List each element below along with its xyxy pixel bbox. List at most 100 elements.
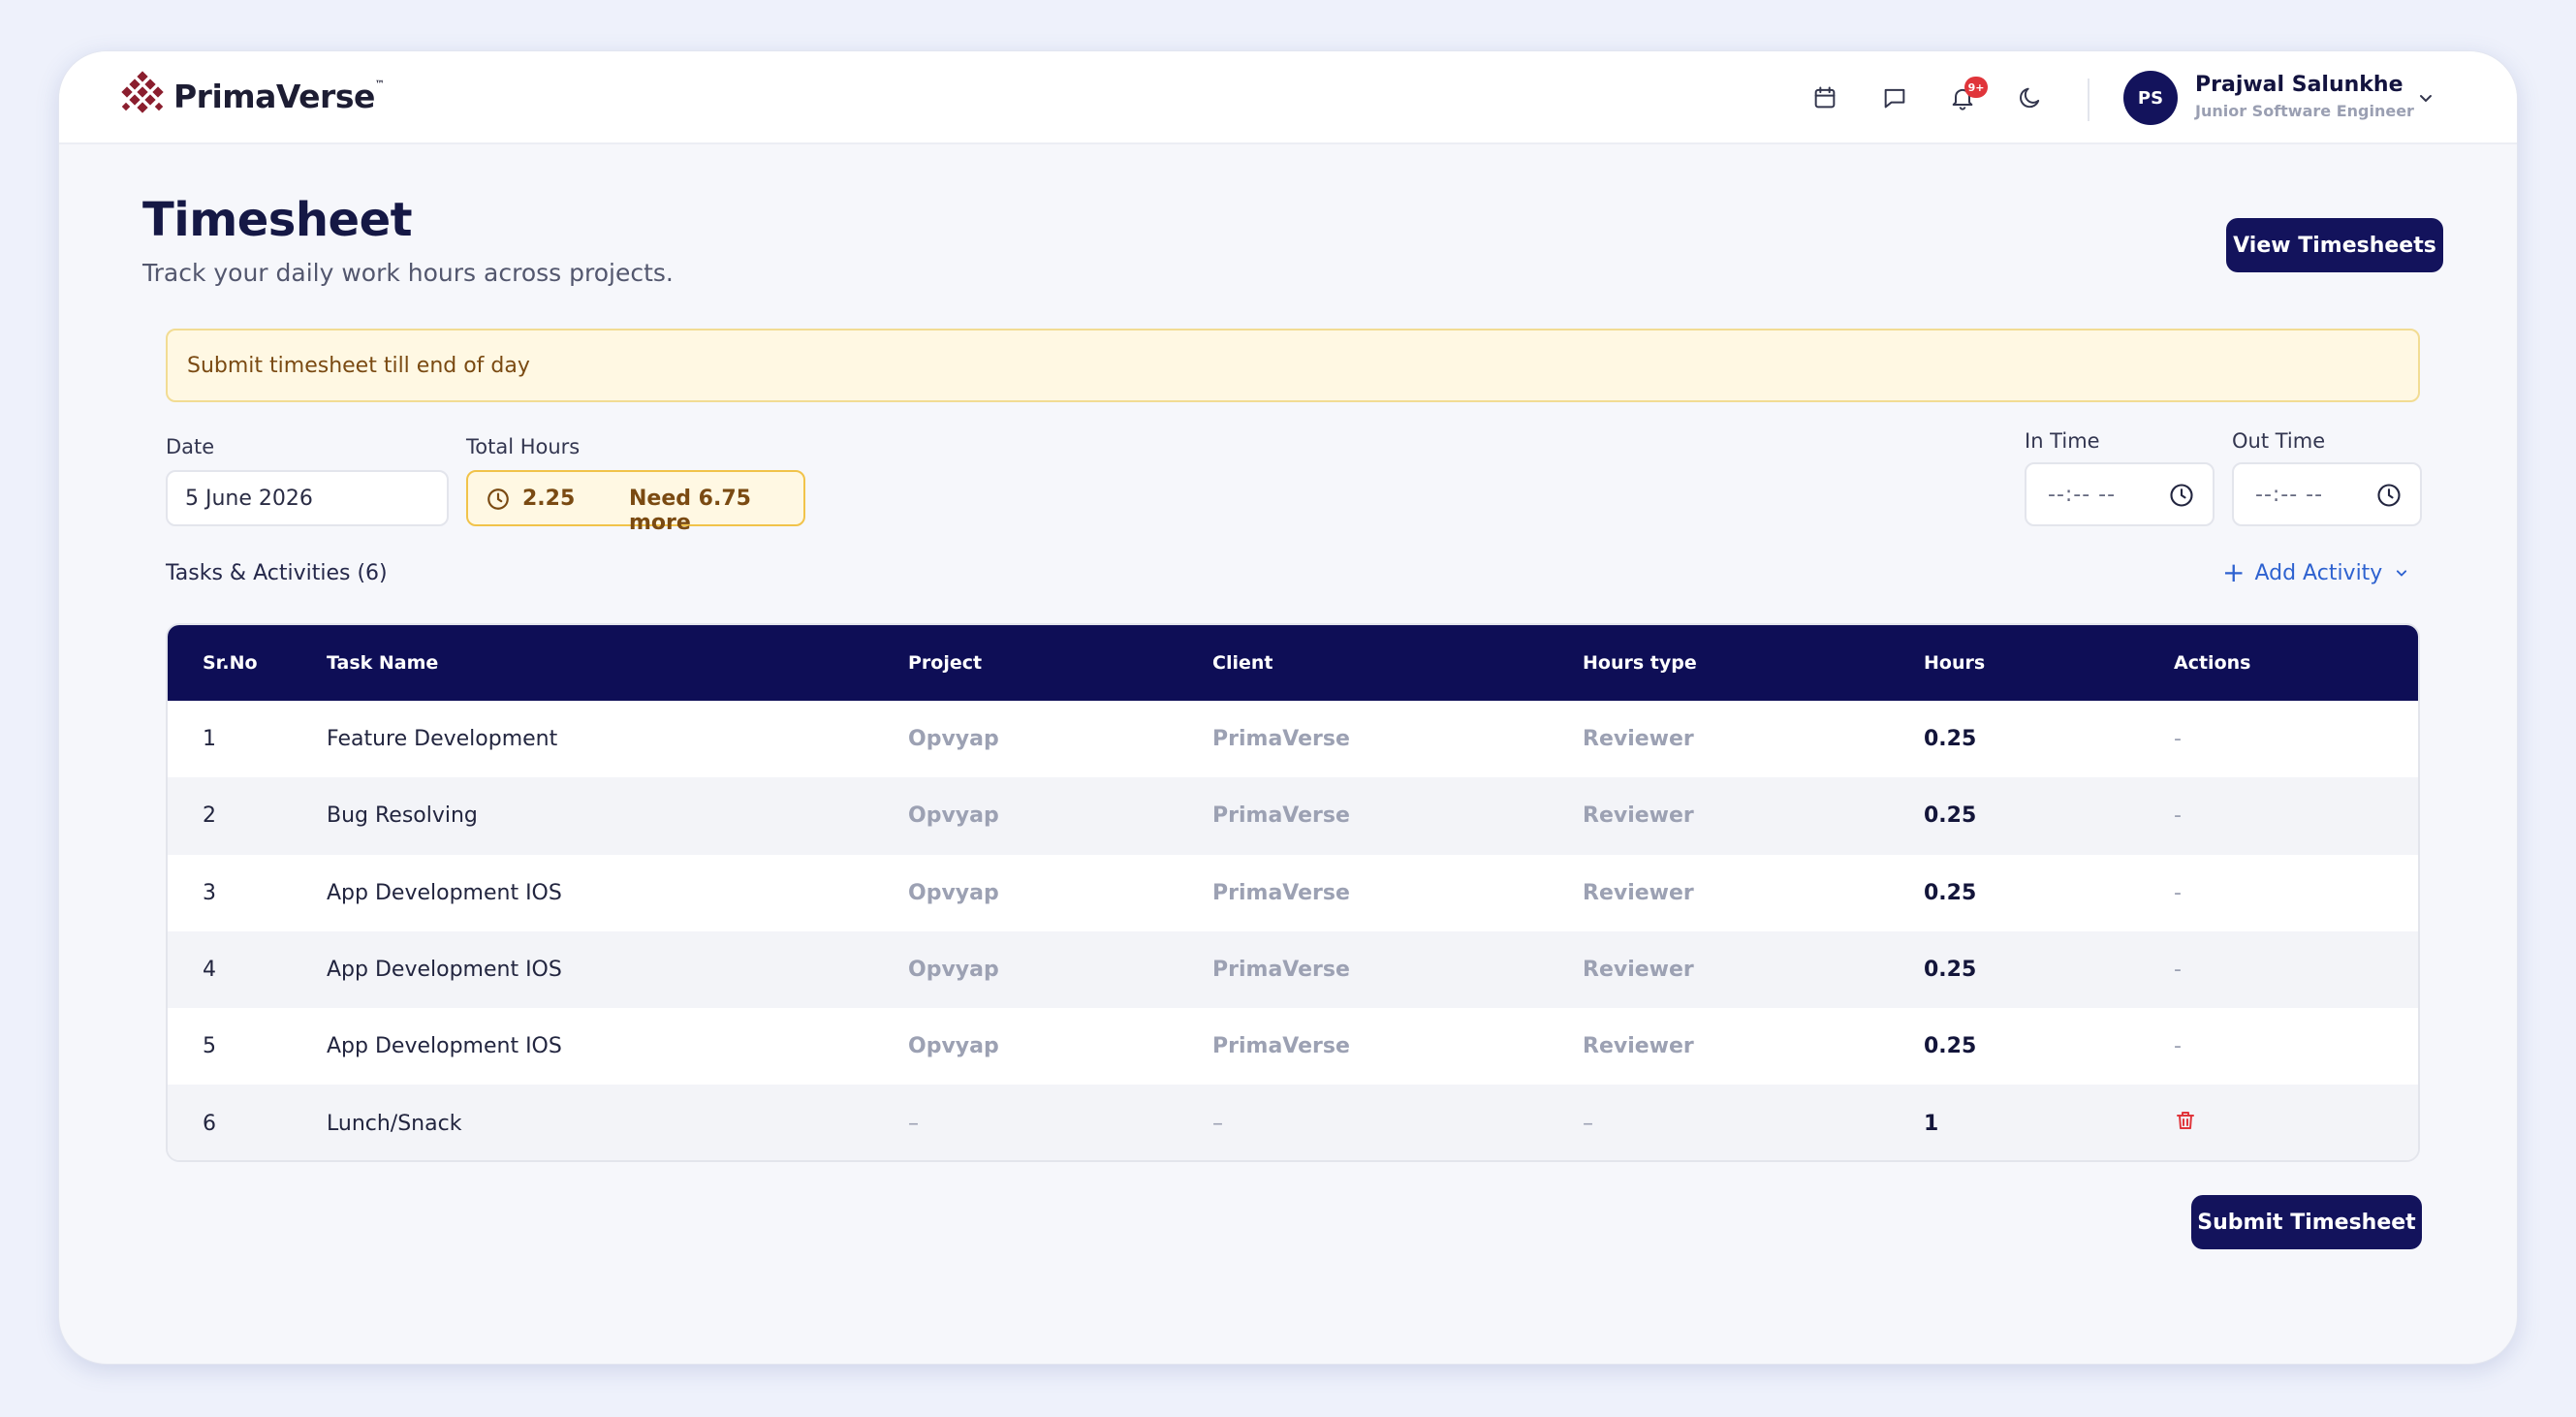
out-time-placeholder: --:-- --: [2255, 482, 2324, 507]
cell-project: Opvyap: [908, 958, 999, 983]
cell-hours: 0.25: [1924, 958, 1977, 983]
cell-hours-type: Reviewer: [1583, 958, 1694, 983]
trash-icon[interactable]: [2174, 1109, 2197, 1132]
cell-sr-no: 2: [203, 803, 216, 829]
cell-client: –: [1212, 1111, 1223, 1136]
table-row[interactable]: 6 Lunch/Snack – – – 1: [168, 1085, 2418, 1160]
cell-task-name: App Development IOS: [327, 1034, 562, 1059]
header-divider: [2088, 79, 2089, 121]
notification-badge: 9+: [1964, 77, 1988, 98]
clock-icon: [487, 488, 509, 510]
cell-actions: -: [2174, 803, 2182, 829]
cell-client: PrimaVerse: [1212, 727, 1350, 752]
cell-project: Opvyap: [908, 803, 999, 829]
user-name: Prajwal Salunkhe: [2195, 73, 2403, 97]
top-navbar: PrimaVerse™ 9+ PS Prajwal Salunkhe Junio…: [59, 51, 2517, 144]
col-hours-type: Hours type: [1583, 652, 1697, 674]
cell-hours: 1: [1924, 1111, 1939, 1136]
cell-project: –: [908, 1111, 919, 1136]
cell-client: PrimaVerse: [1212, 880, 1350, 905]
page-title: Timesheet: [142, 193, 413, 247]
date-label: Date: [166, 435, 215, 458]
tasks-table: Sr.No Task Name Project Client Hours typ…: [166, 623, 2420, 1162]
add-activity-button[interactable]: + Add Activity: [2222, 559, 2411, 586]
chevron-down-icon: [2397, 570, 2407, 577]
date-value: 5 June 2026: [185, 486, 313, 511]
clock-icon[interactable]: [2375, 482, 2403, 509]
total-hours-box: 2.25 Need 6.75 more: [466, 470, 805, 535]
out-time-label: Out Time: [2232, 429, 2326, 453]
tasks-activities-label: Tasks & Activities (6): [166, 561, 388, 585]
table-row[interactable]: 1 Feature Development Opvyap PrimaVerse …: [168, 701, 2418, 777]
total-hours-value: 2.25: [522, 487, 576, 511]
chevron-down-icon[interactable]: [2414, 86, 2437, 110]
cell-actions: -: [2174, 958, 2182, 983]
calendar-icon[interactable]: [1809, 82, 1840, 113]
cell-hours: 0.25: [1924, 1034, 1977, 1059]
cell-client: PrimaVerse: [1212, 1034, 1350, 1059]
col-sr-no: Sr.No: [203, 652, 258, 674]
cell-project: Opvyap: [908, 727, 999, 752]
cell-task-name: App Development IOS: [327, 958, 562, 983]
cell-hours-type: –: [1583, 1111, 1593, 1136]
cell-actions: [2174, 1085, 2418, 1160]
user-role: Junior Software Engineer: [2195, 102, 2414, 120]
cell-actions: -: [2174, 880, 2182, 905]
page-subtitle: Track your daily work hours across proje…: [142, 259, 674, 287]
col-task-name: Task Name: [327, 652, 439, 674]
brand-name: PrimaVerse™: [173, 77, 385, 115]
in-time-label: In Time: [2025, 429, 2100, 453]
cell-hours-type: Reviewer: [1583, 880, 1694, 905]
avatar[interactable]: PS: [2123, 71, 2178, 125]
cell-hours-type: Reviewer: [1583, 1034, 1694, 1059]
cell-sr-no: 4: [203, 958, 216, 983]
hours-needed: Need 6.75 more: [629, 487, 751, 535]
cell-project: Opvyap: [908, 880, 999, 905]
clock-icon[interactable]: [2168, 482, 2195, 509]
cell-hours: 0.25: [1924, 880, 1977, 905]
cell-actions: -: [2174, 727, 2182, 752]
total-hours-label: Total Hours: [466, 435, 581, 458]
cell-client: PrimaVerse: [1212, 958, 1350, 983]
cell-hours: 0.25: [1924, 727, 1977, 752]
col-client: Client: [1212, 652, 1273, 674]
cell-task-name: Lunch/Snack: [327, 1111, 462, 1136]
cell-client: PrimaVerse: [1212, 803, 1350, 829]
bell-icon[interactable]: 9+: [1947, 77, 1988, 113]
col-project: Project: [908, 652, 983, 674]
view-timesheets-button[interactable]: View Timesheets: [2226, 218, 2443, 272]
cell-hours-type: Reviewer: [1583, 727, 1694, 752]
cell-hours-type: Reviewer: [1583, 803, 1694, 829]
cell-sr-no: 5: [203, 1034, 216, 1059]
deadline-banner: Submit timesheet till end of day: [166, 329, 2420, 402]
date-field[interactable]: 5 June 2026: [166, 470, 449, 526]
cell-sr-no: 3: [203, 880, 216, 905]
cell-hours: 0.25: [1924, 803, 1977, 829]
col-actions: Actions: [2174, 652, 2251, 674]
cell-sr-no: 6: [203, 1111, 216, 1136]
table-row[interactable]: 5 App Development IOS Opvyap PrimaVerse …: [168, 1008, 2418, 1085]
cell-task-name: App Development IOS: [327, 880, 562, 905]
cell-sr-no: 1: [203, 727, 216, 752]
table-row[interactable]: 2 Bug Resolving Opvyap PrimaVerse Review…: [168, 777, 2418, 855]
app-window: PrimaVerse™ 9+ PS Prajwal Salunkhe Junio…: [58, 50, 2518, 1365]
cell-actions: -: [2174, 1034, 2182, 1059]
out-time-input[interactable]: --:-- --: [2232, 462, 2422, 526]
chat-icon[interactable]: [1879, 82, 1910, 113]
table-row[interactable]: 4 App Development IOS Opvyap PrimaVerse …: [168, 930, 2418, 1009]
cell-task-name: Bug Resolving: [327, 803, 478, 829]
add-activity-label: Add Activity: [2254, 560, 2383, 585]
brand-logo[interactable]: PrimaVerse™: [117, 71, 385, 121]
banner-text: Submit timesheet till end of day: [187, 353, 530, 378]
in-time-input[interactable]: --:-- --: [2025, 462, 2215, 526]
plus-icon: +: [2222, 556, 2246, 588]
cell-project: Opvyap: [908, 1034, 999, 1059]
submit-timesheet-button[interactable]: Submit Timesheet: [2191, 1195, 2422, 1249]
table-header-row: Sr.No Task Name Project Client Hours typ…: [168, 625, 2418, 701]
in-time-placeholder: --:-- --: [2048, 482, 2117, 507]
moon-icon[interactable]: [2015, 82, 2046, 113]
col-hours: Hours: [1924, 652, 1986, 674]
table-row[interactable]: 3 App Development IOS Opvyap PrimaVerse …: [168, 855, 2418, 931]
cell-task-name: Feature Development: [327, 727, 558, 752]
logo-icon: [121, 71, 164, 113]
